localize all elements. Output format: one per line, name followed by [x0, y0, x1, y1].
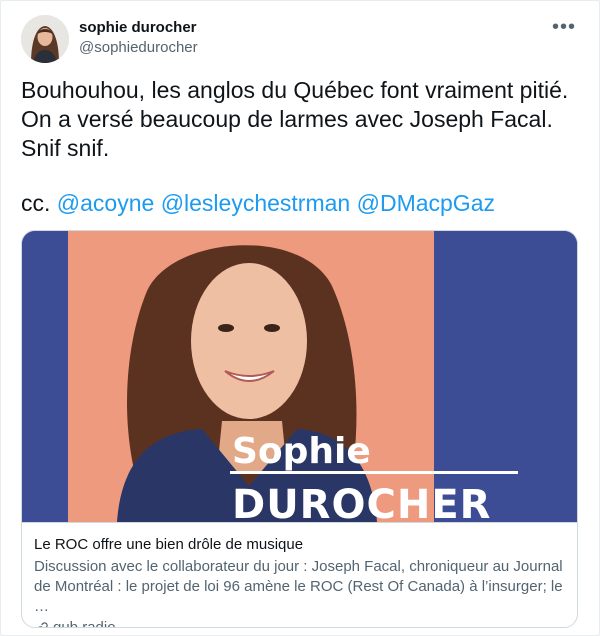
tweet-text-line: On a versé beaucoup de larmes avec Josep…: [21, 106, 553, 132]
tweet-cc-line: cc. @acoyne @lesleychestrman @DMacpGaz: [21, 189, 495, 218]
card-image-first-name: Sophie: [232, 431, 371, 472]
link-preview-card[interactable]: Sophie DUROCHER Le ROC offre une bien dr…: [21, 230, 578, 628]
card-description: Discussion avec le collaborateur du jour…: [34, 558, 563, 615]
author-handle[interactable]: @sophiedurocher: [79, 38, 198, 58]
card-domain: qub.radio: [34, 618, 567, 628]
card-title: Le ROC offre une bien drôle de musique: [34, 536, 304, 553]
author-info: sophie durocher @sophiedurocher: [79, 18, 198, 58]
tweet: sophie durocher @sophiedurocher ••• Bouh…: [0, 0, 600, 636]
card-meta: Le ROC offre une bien drôle de musique D…: [22, 522, 577, 628]
author-avatar[interactable]: [21, 15, 69, 63]
card-image: Sophie DUROCHER: [22, 231, 577, 522]
more-horizontal-icon: •••: [551, 16, 576, 38]
avatar-photo: [21, 15, 69, 63]
tweet-text: Bouhouhou, les anglos du Québec font vra…: [21, 76, 581, 163]
cc-prefix: cc.: [21, 190, 51, 216]
mention-link[interactable]: @acoyne: [57, 190, 155, 216]
link-icon: [38, 621, 48, 627]
mention-link[interactable]: @DMacpGaz: [357, 190, 495, 216]
card-domain-text: qub.radio: [53, 619, 116, 628]
author-display-name[interactable]: sophie durocher: [79, 18, 198, 37]
tweet-text-line: Snif snif.: [21, 135, 110, 161]
mention-link[interactable]: @lesleychestrman: [161, 190, 351, 216]
more-options-button[interactable]: •••: [549, 15, 579, 39]
tweet-text-line: Bouhouhou, les anglos du Québec font vra…: [21, 77, 569, 103]
card-image-last-name: DUROCHER: [232, 482, 491, 522]
